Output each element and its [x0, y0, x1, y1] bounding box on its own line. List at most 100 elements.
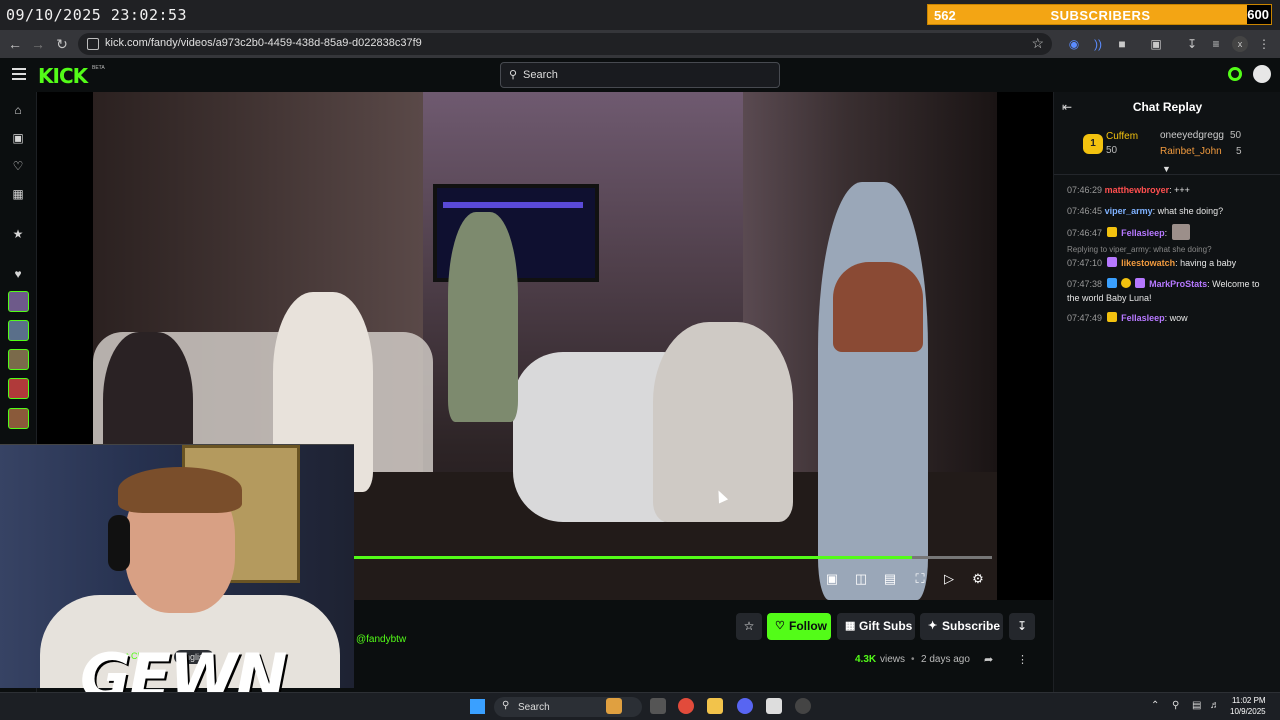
- task-view-icon[interactable]: [650, 698, 666, 714]
- extension-icon[interactable]: )): [1090, 36, 1106, 52]
- chrome-icon[interactable]: [678, 698, 694, 714]
- reading-list-icon[interactable]: ≡: [1208, 36, 1224, 52]
- subscriber-goal-bar: 562 SUBSCRIBERS 600: [927, 4, 1272, 25]
- message-time: 07:46:47: [1067, 228, 1103, 238]
- taskbar-search-label: Search: [518, 702, 550, 713]
- gift-icon: ▦: [845, 620, 856, 632]
- search-placeholder: Search: [523, 69, 558, 81]
- followed-heart-icon[interactable]: ♥: [10, 266, 26, 282]
- sub-badge-icon: [1134, 278, 1145, 288]
- sparkle-icon: ✦: [928, 620, 938, 632]
- browse-icon[interactable]: ▣: [10, 130, 26, 146]
- beta-badge: BETA: [92, 65, 105, 71]
- settings-gear-icon[interactable]: ⚙: [969, 570, 987, 588]
- categories-grid-icon[interactable]: ▦: [10, 186, 26, 202]
- message-user[interactable]: likestowatch: [1121, 258, 1175, 268]
- followed-channel-avatar[interactable]: [8, 408, 29, 429]
- star-icon: ☆: [743, 619, 755, 633]
- address-bar[interactable]: kick.com/fandy/videos/a973c2b0-4459-438d…: [78, 33, 1052, 55]
- message-user[interactable]: MarkProStats: [1149, 279, 1207, 289]
- back-icon[interactable]: ←: [6, 35, 24, 53]
- following-heart-icon[interactable]: ♡: [10, 158, 26, 174]
- followed-channel-avatar[interactable]: [8, 378, 29, 399]
- profile-icon[interactable]: x: [1232, 36, 1248, 52]
- sub-badge-icon: [1106, 257, 1117, 267]
- favorites-star-icon[interactable]: ★: [10, 226, 26, 242]
- channel-username[interactable]: @fandybtw: [356, 634, 406, 645]
- playback-speed-icon[interactable]: ▷: [940, 570, 958, 588]
- windows-start-icon[interactable]: [470, 699, 485, 714]
- network-icon[interactable]: ▤: [1192, 700, 1201, 711]
- message-user[interactable]: Fellasleep: [1121, 313, 1165, 323]
- chat-message: 07:46:45 viper_army: what she doing?: [1067, 204, 1272, 218]
- site-info-icon[interactable]: [87, 38, 99, 50]
- follow-button[interactable]: ♡ Follow: [767, 613, 831, 640]
- message-text: :: [1164, 228, 1168, 238]
- message-time: 07:47:49: [1067, 313, 1103, 323]
- favorite-button[interactable]: ☆: [736, 613, 762, 640]
- followed-channel-avatar[interactable]: [8, 291, 29, 312]
- widgets-icon[interactable]: [606, 698, 622, 714]
- miniplayer-icon[interactable]: ▣: [823, 570, 841, 588]
- notepad-icon[interactable]: [766, 698, 782, 714]
- browser-tab-bar: 09/10/2025 23:02:53 562 SUBSCRIBERS 600: [0, 0, 1280, 30]
- more-options-icon[interactable]: ⋮: [1017, 653, 1028, 666]
- message-user[interactable]: matthewbroyer: [1105, 185, 1170, 195]
- sub-badge-icon: [1106, 312, 1117, 322]
- extension-icon[interactable]: ◉: [1066, 36, 1082, 52]
- leaderboard-first-name[interactable]: Cuffem: [1106, 131, 1138, 142]
- tray-chevron-icon[interactable]: ⌃: [1151, 700, 1159, 711]
- gift-subs-label: Gift Subs: [859, 619, 913, 633]
- leaderboard-rank-badge: 1: [1083, 134, 1103, 154]
- menu-kebab-icon[interactable]: ⋮: [1256, 36, 1272, 52]
- badge-icon: [1106, 278, 1117, 288]
- bookmark-star-icon[interactable]: ☆: [1031, 35, 1044, 52]
- cast-icon[interactable]: ▣: [1148, 36, 1164, 52]
- rewards-icon[interactable]: [1228, 67, 1242, 81]
- reply-context: Replying to viper_army: what she doing?: [1067, 245, 1212, 254]
- leaderboard-third-name[interactable]: Rainbet_John: [1160, 146, 1222, 157]
- kick-logo[interactable]: KICK: [38, 64, 88, 88]
- chat-message: 07:47:10 likestowatch: having a baby: [1067, 256, 1272, 270]
- user-avatar[interactable]: [1253, 65, 1271, 83]
- subscriber-label: SUBSCRIBERS: [1050, 8, 1151, 23]
- gift-subs-button[interactable]: ▦ Gift Subs: [837, 613, 915, 640]
- extensions-puzzle-icon[interactable]: ■: [1114, 36, 1130, 52]
- chat-message: 07:46:47 Fellasleep:: [1067, 224, 1272, 240]
- microphone-icon[interactable]: ⚲: [1172, 700, 1179, 711]
- leaderboard-third-value: 5: [1236, 146, 1242, 157]
- discord-icon[interactable]: [737, 698, 753, 714]
- download-button[interactable]: ↧: [1009, 613, 1035, 640]
- file-explorer-icon[interactable]: [707, 698, 723, 714]
- followed-channel-avatar[interactable]: [8, 320, 29, 341]
- subscribe-button[interactable]: ✦ Subscribe: [920, 613, 1003, 640]
- fullscreen-icon[interactable]: ⛶: [911, 570, 929, 588]
- share-icon[interactable]: ➦: [984, 653, 993, 666]
- chat-replay-panel: ⇤ Chat Replay 1 Cuffem 50 oneeyedgregg 5…: [1053, 92, 1280, 692]
- scene-person: [833, 262, 923, 352]
- theater-mode-icon[interactable]: ▤: [881, 570, 899, 588]
- reload-icon[interactable]: ↻: [53, 35, 71, 53]
- message-time: 07:47:10: [1067, 258, 1103, 268]
- follow-label: Follow: [789, 619, 827, 633]
- forward-icon[interactable]: →: [29, 35, 47, 53]
- hamburger-menu-icon[interactable]: [12, 68, 26, 80]
- chat-message: 07:46:29 matthewbroyer: +++: [1067, 183, 1272, 197]
- download-icon[interactable]: ↧: [1184, 36, 1200, 52]
- obs-icon[interactable]: [795, 698, 811, 714]
- url-text[interactable]: kick.com/fandy/videos/a973c2b0-4459-438d…: [105, 37, 422, 49]
- message-user[interactable]: Fellasleep: [1121, 228, 1165, 238]
- leaderboard-second-name[interactable]: oneeyedgregg: [1160, 130, 1224, 141]
- home-icon[interactable]: ⌂: [10, 102, 26, 118]
- search-icon: ⚲: [509, 69, 518, 81]
- message-user[interactable]: viper_army: [1105, 206, 1153, 216]
- search-input[interactable]: ⚲ Search: [500, 62, 780, 88]
- message-text: : having a baby: [1175, 258, 1237, 268]
- search-icon: ⚲: [502, 700, 510, 711]
- followed-channel-avatar[interactable]: [8, 349, 29, 370]
- video-progress-bar[interactable]: [354, 556, 992, 559]
- system-clock[interactable]: 11:02 PM 10/9/2025: [1230, 695, 1266, 717]
- expand-leaderboard-icon[interactable]: ▼: [1162, 164, 1171, 174]
- clip-icon[interactable]: ◫: [852, 570, 870, 588]
- volume-icon[interactable]: ♬: [1210, 700, 1220, 711]
